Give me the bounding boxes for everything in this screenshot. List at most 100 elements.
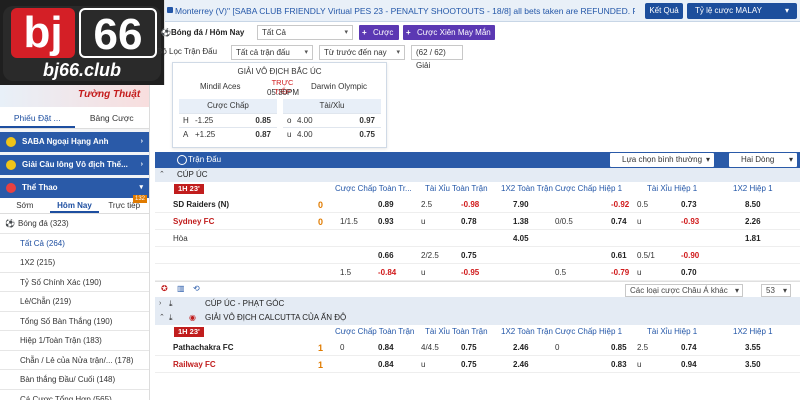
odds-cell[interactable]: -0.92 xyxy=(611,200,629,209)
handicap-home-odd[interactable]: H -1.25 0.85 xyxy=(179,113,277,127)
sort-select[interactable]: Từ trước đến nay ▾ xyxy=(319,45,405,60)
collapse-icon: ⌃ xyxy=(159,314,165,321)
odds-cell[interactable]: 3.50 xyxy=(745,360,761,369)
odds-row: SD Raiders (N) 0 0.89 2.5 -0.98 7.90 -0.92 0.5 0… xyxy=(155,196,800,213)
sidebar-section-badminton[interactable]: Giải Câu lông Vô địch Thế... › xyxy=(0,155,149,175)
sidebar-market-total-goals[interactable]: Tổng Số Bàn Thắng (190) xyxy=(0,311,149,331)
odds-cell[interactable]: 1.38 xyxy=(513,217,529,226)
all-matches-select[interactable]: Tất cả trận đấu ▾ xyxy=(231,45,313,60)
tab-betslip[interactable]: Phiếu Đặt ... xyxy=(0,107,75,128)
odds-cell[interactable]: 7.90 xyxy=(513,200,529,209)
sidebar-market-1x2[interactable]: 1X2 (215) xyxy=(0,253,149,273)
odd-value: 0.75 xyxy=(359,130,375,139)
sort-mode-select[interactable]: Lựa chọn bình thường ▾ xyxy=(610,153,714,167)
odds-cell[interactable]: 0.74 xyxy=(681,343,697,352)
league-header-cup-au-corners[interactable]: › ⤓ CÚP ÚC - PHẠT GÓC xyxy=(155,297,800,311)
odds-cell[interactable]: -0.84 xyxy=(378,268,396,277)
sidebar-sport-soccer[interactable]: ⚽ Bóng đá (323) xyxy=(0,214,149,234)
live-stream-banner[interactable]: Tường Thuật xyxy=(0,85,149,107)
odds-cell[interactable]: 0.75 xyxy=(461,251,477,260)
odds-cell[interactable]: 2.26 xyxy=(745,217,761,226)
league-header-cup-au[interactable]: ⌃ CÚP ÚC xyxy=(155,168,800,182)
line-cell: 4/4.5 xyxy=(421,343,439,352)
odds-cell[interactable]: 0.84 xyxy=(378,343,394,352)
odds-row: Hòa 4.05 1.81 xyxy=(155,230,800,247)
odds-cell[interactable]: 0.89 xyxy=(378,200,394,209)
odds-cell[interactable]: -0.90 xyxy=(681,251,699,260)
logo-badge: bj 66 bj66.club xyxy=(3,6,161,81)
league-filter[interactable]: Bộ Lọc Trận Đấu xyxy=(157,45,217,59)
odds-cell[interactable]: 0.61 xyxy=(611,251,627,260)
odds-cell[interactable]: 0.73 xyxy=(681,200,697,209)
chevron-right-icon: › xyxy=(140,161,143,168)
other-bet-types-select[interactable]: Các loại cược Châu Á khác ▾ xyxy=(625,284,743,297)
sidebar-market-mix-parlay[interactable]: Cá Cược Tổng Hợp (565) xyxy=(0,389,149,400)
odds-cell[interactable]: -0.95 xyxy=(461,268,479,277)
featured-match-card[interactable]: GIẢI VÔ ĐỊCH BẮC ÚC Mindil Aces TRỰC TIẾ… xyxy=(172,62,387,148)
matches-header: Trận Đấu Lựa chọn bình thường ▾ Hai Dòng… xyxy=(155,152,800,168)
odds-cell[interactable]: 0.78 xyxy=(461,217,477,226)
sidebar-market-correct-score[interactable]: Tỷ Số Chính Xác (190) xyxy=(0,272,149,292)
live-badge: 1H 23' xyxy=(174,327,204,337)
odds-type-select[interactable]: Tỷ lệ cược MALAY ▾ xyxy=(687,3,797,19)
results-button[interactable]: Kết Quả xyxy=(645,3,683,19)
odds-cell[interactable]: -0.98 xyxy=(461,200,479,209)
sidebar-market-odd-even[interactable]: Lẻ/Chẵn (219) xyxy=(0,292,149,312)
live-badge: 1H 23' xyxy=(174,184,204,194)
announcement-text[interactable]: Monterrey (V)" [SABA CLUB FRIENDLY Virtu… xyxy=(175,6,635,16)
odds-cell[interactable]: 0.85 xyxy=(611,343,627,352)
tab-today[interactable]: Hôm Nay xyxy=(49,198,100,213)
sidebar-market-ht-ft[interactable]: Hiệp 1/Toàn Trận (183) xyxy=(0,331,149,351)
chevron-down-icon: ▾ xyxy=(734,286,739,295)
odds-cell[interactable]: -0.79 xyxy=(611,268,629,277)
tab-bet-board[interactable]: Bảng Cược xyxy=(75,107,150,128)
odds-cell[interactable]: 0.94 xyxy=(681,360,697,369)
odds-cell[interactable]: 0.84 xyxy=(378,360,394,369)
odds-cell[interactable]: 0.74 xyxy=(611,217,627,226)
league-count: (62 / 62) Giải xyxy=(411,45,463,70)
announcement-bar: Monterrey (V)" [SABA CLUB FRIENDLY Virtu… xyxy=(165,0,800,22)
odds-cell[interactable]: 8.50 xyxy=(745,200,761,209)
odd-value: 0.87 xyxy=(255,130,271,139)
display-lines-select[interactable]: Hai Dòng ▾ xyxy=(729,153,797,167)
line-cell: 0/0.5 xyxy=(555,217,573,226)
team-score: 0 xyxy=(318,217,324,227)
sidebar-section-sports[interactable]: Thể Thao ▾ xyxy=(0,178,149,198)
more-bets-count[interactable]: 53 ▾ xyxy=(761,284,791,297)
league-header-calcutta[interactable]: ⌃ ⤓ ◉ GIẢI VÔ ĐỊCH CALCUTTA CỦA ẤN ĐỘ xyxy=(155,311,800,325)
market-select[interactable]: Tất Cả ▾ xyxy=(257,25,353,40)
odds-cell[interactable]: 0.83 xyxy=(611,360,627,369)
handicap-away-odd[interactable]: A +1.25 0.87 xyxy=(179,127,277,141)
parlay-button[interactable]: + Cược Xiên xyxy=(359,25,399,52)
collapse-icon: ⌃ xyxy=(159,171,165,178)
sidebar-market-all[interactable]: Tất Cả (264) xyxy=(0,233,149,253)
time-tabs: Sớm Hôm Nay Trực tiếp 132 xyxy=(0,195,149,214)
refresh-icon[interactable]: ⟲ xyxy=(193,284,200,293)
logo-bj: bj xyxy=(11,8,75,58)
sidebar-market-first-last-goal[interactable]: Bàn thắng Đầu/ Cuối (148) xyxy=(0,370,149,390)
odds-cell[interactable]: 0.75 xyxy=(461,360,477,369)
sidebar-market-half-odd-even[interactable]: Chẵn / Lẻ của Nửa trận/... (178) xyxy=(0,350,149,370)
featured-away-team: Darwin Olympic xyxy=(311,82,368,91)
odds-cell[interactable]: 2.46 xyxy=(513,360,529,369)
odds-cell[interactable]: 4.05 xyxy=(513,234,529,243)
odds-cell[interactable]: 1.81 xyxy=(745,234,761,243)
live-count-badge: 132 xyxy=(133,195,148,203)
brand-logo[interactable]: bj 66 bj66.club xyxy=(0,0,165,85)
odds-cell[interactable]: 3.55 xyxy=(745,343,761,352)
tab-live[interactable]: Trực tiếp 132 xyxy=(99,195,149,213)
odds-cell[interactable]: 0.66 xyxy=(378,251,394,260)
odds-cell[interactable]: 2.46 xyxy=(513,343,529,352)
odds-cell[interactable]: 0.93 xyxy=(378,217,394,226)
odds-cell[interactable]: 0.70 xyxy=(681,268,697,277)
tab-early[interactable]: Sớm xyxy=(0,198,50,213)
ou-over-odd[interactable]: o 4.00 0.97 xyxy=(283,113,381,127)
odds-cell[interactable]: 0.75 xyxy=(461,343,477,352)
sidebar-section-saba-epl[interactable]: SABA Ngoại Hạng Anh › xyxy=(0,132,149,152)
odds-cell[interactable]: -0.93 xyxy=(681,217,699,226)
col-ft-1x2: 1X2 Toàn Trận xyxy=(501,327,553,336)
ou-under-odd[interactable]: u 4.00 0.75 xyxy=(283,127,381,141)
chevron-down-icon: ▾ xyxy=(784,6,789,15)
lucky-parlay-button[interactable]: + Cược Xiên May Mắn xyxy=(403,25,495,40)
chevron-down-icon: ▾ xyxy=(788,155,793,164)
